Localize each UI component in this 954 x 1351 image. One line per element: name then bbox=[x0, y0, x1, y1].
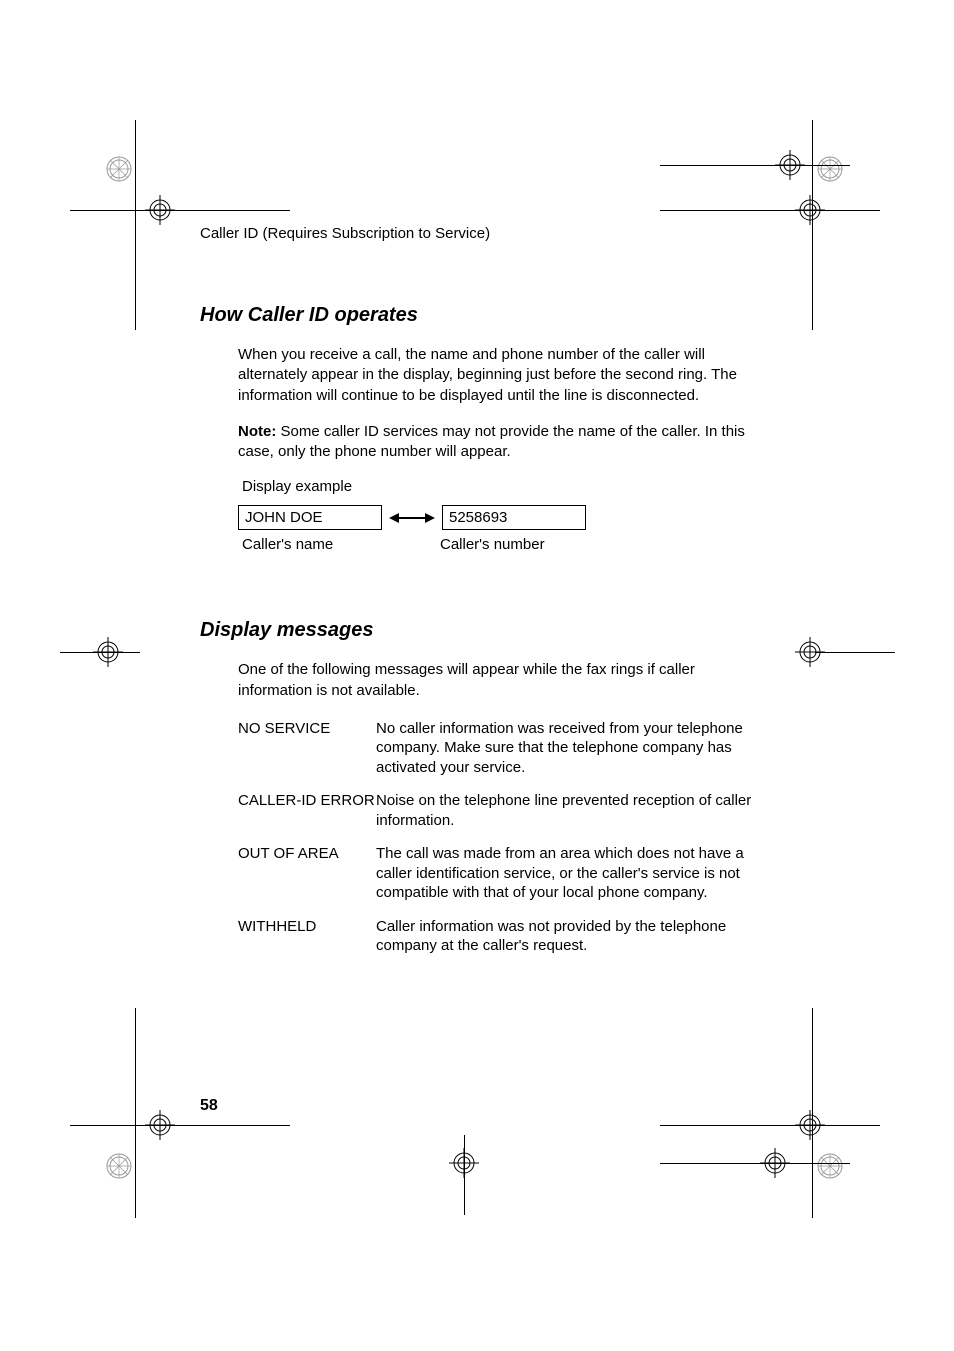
display-box-number: 5258693 bbox=[442, 505, 586, 530]
section1-paragraph: When you receive a call, the name and ph… bbox=[238, 345, 760, 406]
display-example-row: JOHN DOE 5258693 bbox=[238, 505, 760, 530]
print-mark-line bbox=[135, 120, 136, 330]
display-example-label: Display example bbox=[242, 478, 760, 495]
print-mark-line bbox=[812, 1008, 813, 1218]
display-box-name: JOHN DOE bbox=[238, 505, 382, 530]
print-mark-line bbox=[60, 652, 140, 653]
print-mark-line bbox=[812, 120, 813, 330]
print-mark-line bbox=[815, 652, 895, 653]
print-mark-star-icon bbox=[105, 155, 133, 183]
page-number: 58 bbox=[200, 1097, 218, 1115]
print-mark-line bbox=[660, 1125, 880, 1126]
note-label: Note: bbox=[238, 423, 276, 440]
print-mark-star-icon bbox=[816, 155, 844, 183]
print-mark-line bbox=[70, 210, 290, 211]
section-title-display-messages: Display messages bbox=[200, 619, 760, 642]
callers-number-label: Caller's number bbox=[440, 536, 545, 553]
msg-key: CALLER-ID ERROR bbox=[238, 791, 376, 830]
print-mark-star-icon bbox=[105, 1152, 133, 1180]
section2-intro: One of the following messages will appea… bbox=[238, 660, 760, 701]
table-row: WITHHELD Caller information was not prov… bbox=[238, 917, 760, 956]
note-text: Some caller ID services may not provide … bbox=[238, 423, 745, 460]
section1-note: Note: Some caller ID services may not pr… bbox=[238, 422, 760, 463]
print-mark-line bbox=[660, 1163, 850, 1164]
msg-key: NO SERVICE bbox=[238, 719, 376, 778]
msg-description: Noise on the telephone line prevented re… bbox=[376, 791, 760, 830]
print-mark-line bbox=[660, 165, 850, 166]
msg-description: The call was made from an area which doe… bbox=[376, 844, 760, 903]
display-messages-table: NO SERVICE No caller information was rec… bbox=[238, 719, 760, 956]
running-head: Caller ID (Requires Subscription to Serv… bbox=[200, 225, 760, 242]
msg-description: No caller information was received from … bbox=[376, 719, 760, 778]
print-mark-line bbox=[135, 1008, 136, 1218]
table-row: NO SERVICE No caller information was rec… bbox=[238, 719, 760, 778]
print-mark-line bbox=[70, 1125, 290, 1126]
print-mark-line bbox=[464, 1135, 465, 1215]
table-row: OUT OF AREA The call was made from an ar… bbox=[238, 844, 760, 903]
double-arrow-icon bbox=[382, 511, 442, 525]
print-mark-star-icon bbox=[816, 1152, 844, 1180]
display-example-sublabels: Caller's name Caller's number bbox=[242, 536, 760, 553]
print-mark-line bbox=[660, 210, 880, 211]
callers-name-label: Caller's name bbox=[242, 536, 386, 553]
msg-description: Caller information was not provided by t… bbox=[376, 917, 760, 956]
msg-key: OUT OF AREA bbox=[238, 844, 376, 903]
table-row: CALLER-ID ERROR Noise on the telephone l… bbox=[238, 791, 760, 830]
msg-key: WITHHELD bbox=[238, 917, 376, 956]
section-title-how-caller-id: How Caller ID operates bbox=[200, 304, 760, 327]
